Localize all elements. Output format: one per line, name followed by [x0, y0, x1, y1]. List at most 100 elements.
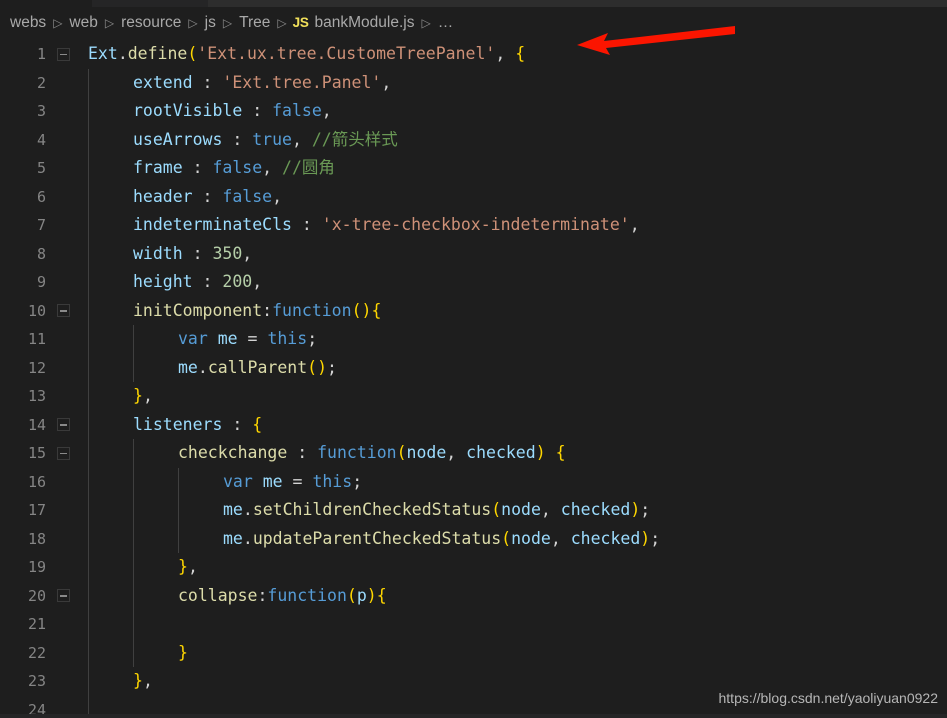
code-editor[interactable]: 1 2 3 4 5 6 7 8 9 10 11 12 13 14 15 16 17 18 19 20 21 22 23 24 …	[0, 38, 947, 714]
code-token: :	[192, 72, 223, 92]
code-token: ,	[142, 671, 153, 690]
code-token: checked	[570, 528, 641, 548]
code-line[interactable]: checkchange : function(node, checked) {	[178, 439, 566, 468]
code-line[interactable]: },	[133, 667, 153, 696]
breadcrumb-separator-icon: ▷	[421, 15, 431, 30]
code-token: )	[630, 500, 641, 519]
code-token: initComponent	[133, 300, 263, 320]
code-token: indeterminateCls	[133, 215, 292, 234]
code-token: (	[491, 500, 502, 519]
code-token: :	[242, 101, 273, 120]
code-line[interactable]: useArrows : true, //箭头样式	[133, 126, 398, 155]
code-line[interactable]: me. callParent();	[178, 354, 337, 383]
code-line[interactable]: header : false,	[133, 183, 282, 212]
code-token: ;	[307, 329, 318, 348]
code-token: me	[223, 528, 243, 548]
code-line[interactable]: }	[178, 639, 188, 668]
code-token: }	[178, 642, 188, 662]
code-line[interactable]: indeterminateCls : 'x-tree-checkbox-inde…	[133, 211, 640, 240]
code-line[interactable]: rootVisible : false,	[133, 97, 332, 126]
code-token: ,	[252, 272, 263, 291]
code-token: me	[178, 357, 198, 377]
code-token: me	[262, 471, 283, 491]
code-token: .	[117, 44, 128, 63]
code-token: ,	[446, 443, 467, 462]
code-line[interactable]: initComponent: function(){	[133, 297, 381, 326]
code-token: :	[182, 158, 213, 177]
code-token: function	[317, 443, 397, 462]
code-token: ,	[629, 215, 640, 234]
code-token: {	[376, 585, 387, 605]
code-token: ,	[262, 158, 283, 177]
code-token: extend	[133, 72, 193, 92]
code-token: ;	[327, 357, 337, 377]
breadcrumb-item-2[interactable]: resource	[120, 14, 182, 32]
tab-active-bankmodule[interactable]	[0, 0, 92, 7]
code-token: )	[640, 528, 651, 548]
code-line[interactable]: me. updateParentCheckedStatus(node, check…	[223, 525, 660, 554]
code-token: ,	[142, 386, 153, 405]
breadcrumb-separator-icon: ▷	[277, 15, 287, 30]
code-token: :	[192, 186, 223, 206]
code-token: .	[242, 528, 253, 548]
code-line[interactable]: },	[133, 382, 153, 411]
code-token: :	[192, 272, 223, 291]
code-line[interactable]: var me = this;	[178, 325, 317, 354]
bottom-status-bar	[0, 714, 947, 718]
code-token: :	[262, 300, 273, 320]
code-token: 200	[222, 272, 253, 291]
code-token: setChildrenCheckedStatus	[252, 500, 492, 519]
code-token: =	[282, 471, 313, 491]
breadcrumb-item-4[interactable]: Tree	[238, 14, 271, 32]
code-line[interactable]: },	[178, 553, 198, 582]
code-token: (	[396, 443, 407, 462]
code-token: }	[133, 386, 143, 405]
code-token: :	[287, 443, 318, 462]
code-token: ,	[242, 243, 253, 263]
breadcrumb-separator-icon: ▷	[104, 15, 115, 30]
code-token: var	[223, 471, 253, 491]
code-line[interactable]: me. setChildrenCheckedStatus(node, checke…	[223, 496, 650, 525]
code-token: :	[182, 243, 213, 263]
code-token: useArrows	[133, 129, 223, 149]
code-token: 'Ext.ux.tree.CustomeTreePanel'	[197, 44, 496, 63]
breadcrumb-item-5[interactable]: bankModule.js	[314, 14, 416, 32]
breadcrumb-item-3[interactable]: js	[204, 14, 217, 32]
code-token: ,	[540, 500, 561, 519]
breadcrumb-separator-icon: ▷	[188, 15, 198, 30]
code-token: 'Ext.tree.Panel'	[222, 72, 382, 92]
code-token: callParent	[207, 357, 308, 377]
code-token: function	[272, 300, 352, 320]
breadcrumb-item-0[interactable]: webs	[9, 14, 47, 32]
code-token: function	[267, 585, 347, 605]
code-content[interactable]: Ext. define('Ext.ux.tree.CustomeTreePanel…	[0, 38, 947, 714]
code-token: checked	[466, 443, 536, 462]
code-line[interactable]: extend : 'Ext.tree.Panel',	[133, 69, 391, 98]
code-token: .	[242, 500, 253, 519]
code-token: ;	[640, 500, 651, 519]
code-token: {	[371, 300, 382, 320]
breadcrumb-separator-icon: ▷	[222, 15, 233, 30]
code-token: ,	[381, 72, 392, 92]
code-token: false	[222, 186, 273, 206]
breadcrumb-item-6[interactable]: …	[437, 14, 456, 32]
code-line[interactable]: frame : false, //圆角	[133, 154, 335, 183]
breadcrumb[interactable]: webs ▷ web ▷ resource ▷ js ▷ Tree ▷ JS bankModule.j…	[0, 7, 947, 38]
code-token: )	[366, 585, 377, 605]
code-token: node	[406, 443, 447, 462]
code-token: this	[312, 471, 353, 491]
editor-tab-strip[interactable]	[0, 0, 947, 7]
code-token: node	[501, 500, 541, 519]
code-token: :	[222, 414, 253, 434]
code-line[interactable]: var me = this;	[223, 468, 362, 497]
code-line[interactable]: collapse: function(p){	[178, 582, 387, 611]
code-line[interactable]: listeners : {	[133, 411, 262, 440]
code-token: this	[267, 329, 308, 348]
breadcrumb-item-1[interactable]: web	[68, 14, 98, 32]
code-token: //圆角	[282, 158, 335, 177]
code-token: ,	[291, 129, 312, 149]
code-line[interactable]: Ext. define('Ext.ux.tree.CustomeTreePanel…	[88, 40, 525, 69]
code-line[interactable]: width : 350,	[133, 240, 252, 269]
code-token: checked	[560, 500, 631, 519]
code-line[interactable]: height : 200,	[133, 268, 262, 297]
